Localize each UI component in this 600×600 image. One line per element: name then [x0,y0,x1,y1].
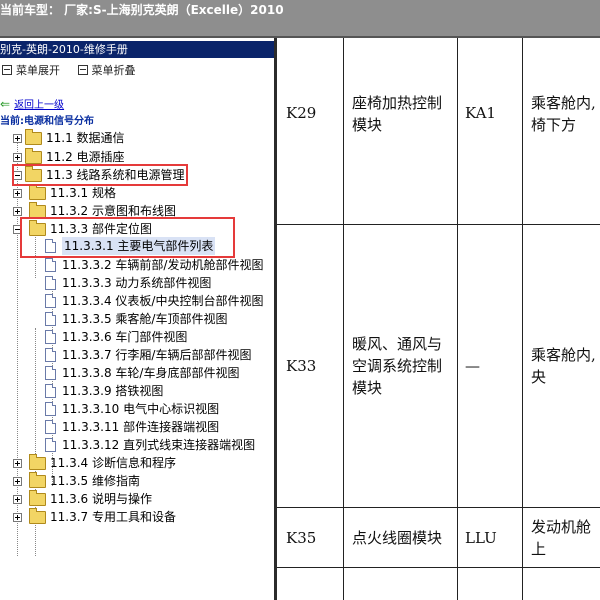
expand-toggle-icon[interactable] [13,206,22,216]
document-icon [45,420,56,434]
tree-leaf-11-3-3-10[interactable]: 11.3.3.10 电气中心标识视图 [45,400,219,418]
tree-node-11-3-6[interactable]: 11.3.6 说明与操作 [13,489,152,508]
tree-leaf-11-3-3-7[interactable]: 11.3.3.7 行李厢/车辆后部部件视图 [45,346,251,364]
document-icon [45,384,56,398]
component-table: K29 座椅加热控制 模块 KA1 乘客舱内, 椅下方 K33 暖风、通风与 空… [277,38,600,600]
expand-toggle-icon[interactable] [13,494,22,504]
component-code-cell: K29 [286,104,317,122]
back-arrow-icon: ⇐ [0,96,11,111]
document-icon [45,294,56,308]
component-name-cell: 暖风、通风与 空调系统控制 模块 [352,335,443,397]
tree-leaf-11-3-3-9[interactable]: 11.3.3.9 搭铁视图 [45,382,163,400]
tree-leaf-11-3-3-5[interactable]: 11.3.3.5 乘客舱/车顶部件视图 [45,310,227,328]
folder-icon [29,183,46,200]
component-location-cell: 乘客舱内, 央 [531,346,596,386]
expand-icon [2,65,12,75]
table-row-divider [277,507,600,508]
folder-icon [25,147,42,164]
document-icon [45,276,56,290]
expand-menu-button[interactable]: 菜单展开 [0,62,60,78]
folder-icon [25,128,42,145]
tree-node-11-3-5[interactable]: 11.3.5 维修指南 [13,471,140,490]
current-location: 当前:电源和信号分布 [0,116,94,127]
component-code-cell: K33 [286,357,317,375]
tree-leaf-11-3-3-8[interactable]: 11.3.3.8 车轮/车身底部部件视图 [45,364,239,382]
folder-icon [29,471,46,488]
tree-leaf-11-3-3-6[interactable]: 11.3.3.6 车门部件视图 [45,328,187,346]
component-abbr-cell: — [465,357,480,375]
component-abbr-cell: LLU [465,529,497,547]
table-column-divider [343,38,344,600]
highlight-box-11-3-3 [20,217,235,258]
folder-icon [29,201,46,218]
tree-leaf-11-3-3-11[interactable]: 11.3.3.11 部件连接器端视图 [45,418,219,436]
expand-toggle-icon[interactable] [13,458,22,468]
tree-leaf-11-3-3-12[interactable]: 11.3.3.12 直列式线束连接器端视图 [45,436,255,454]
document-icon [45,348,56,362]
expand-toggle-icon[interactable] [13,512,22,522]
collapse-icon [77,65,88,75]
tree-leaf-11-3-3-3[interactable]: 11.3.3.3 动力系统部件视图 [45,274,211,292]
tree-node-11-3-1[interactable]: 11.3.1 规格 [13,183,116,202]
document-icon [45,366,56,380]
tree-leaf-11-3-3-2[interactable]: 11.3.3.2 车辆前部/发动机舱部件视图 [45,256,263,274]
document-icon [45,312,56,326]
tree-leaf-11-3-3-4[interactable]: 11.3.3.4 仪表板/中央控制台部件视图 [45,292,263,310]
tree-panel-title: 别克-英朗-2010-维修手册 [0,41,274,58]
tree-node-11-3-4[interactable]: 11.3.4 诊断信息和程序 [13,453,176,472]
highlight-box-11-3 [12,164,188,186]
tree-node-11-3-7[interactable]: 11.3.7 专用工具和设备 [13,507,176,526]
table-row-divider [277,224,600,225]
vehicle-model-title: 当前车型： 厂家:S-上海别克英朗（Excelle）2010 [0,3,284,17]
component-code-cell: K35 [286,529,317,547]
component-name-cell: 座椅加热控制 模块 [352,94,443,134]
folder-icon [29,453,46,470]
table-row-divider [277,567,600,568]
component-location-cell: 乘客舱内, 椅下方 [531,94,596,134]
window-title-bar: 当前车型： 厂家:S-上海别克英朗（Excelle）2010 [0,0,600,38]
component-name-cell: 点火线圈模块 [352,529,443,547]
folder-icon [29,489,46,506]
document-icon [45,402,56,416]
table-column-divider [457,38,458,600]
document-icon [45,438,56,452]
document-icon [45,258,56,272]
component-abbr-cell: KA1 [465,104,496,122]
component-location-cell: 发动机舱 上 [531,518,592,558]
expand-toggle-icon[interactable] [13,152,22,162]
folder-icon [29,507,46,524]
expand-toggle-icon[interactable] [13,133,22,143]
tree-node-11-1[interactable]: 11.1 数据通信 [13,128,125,147]
table-column-divider [522,38,523,600]
collapse-menu-button[interactable]: 菜单折叠 [76,62,136,78]
document-icon [45,330,56,344]
tree-panel: 别克-英朗-2010-维修手册 菜单展开 菜单折叠 ⇐ 返回上一级 当前:电源和… [0,38,274,600]
expand-toggle-icon[interactable] [13,476,22,486]
back-link[interactable]: ⇐ 返回上一级 [0,96,64,112]
expand-toggle-icon[interactable] [13,188,22,198]
tree-toolbar: 菜单展开 菜单折叠 [0,62,148,78]
